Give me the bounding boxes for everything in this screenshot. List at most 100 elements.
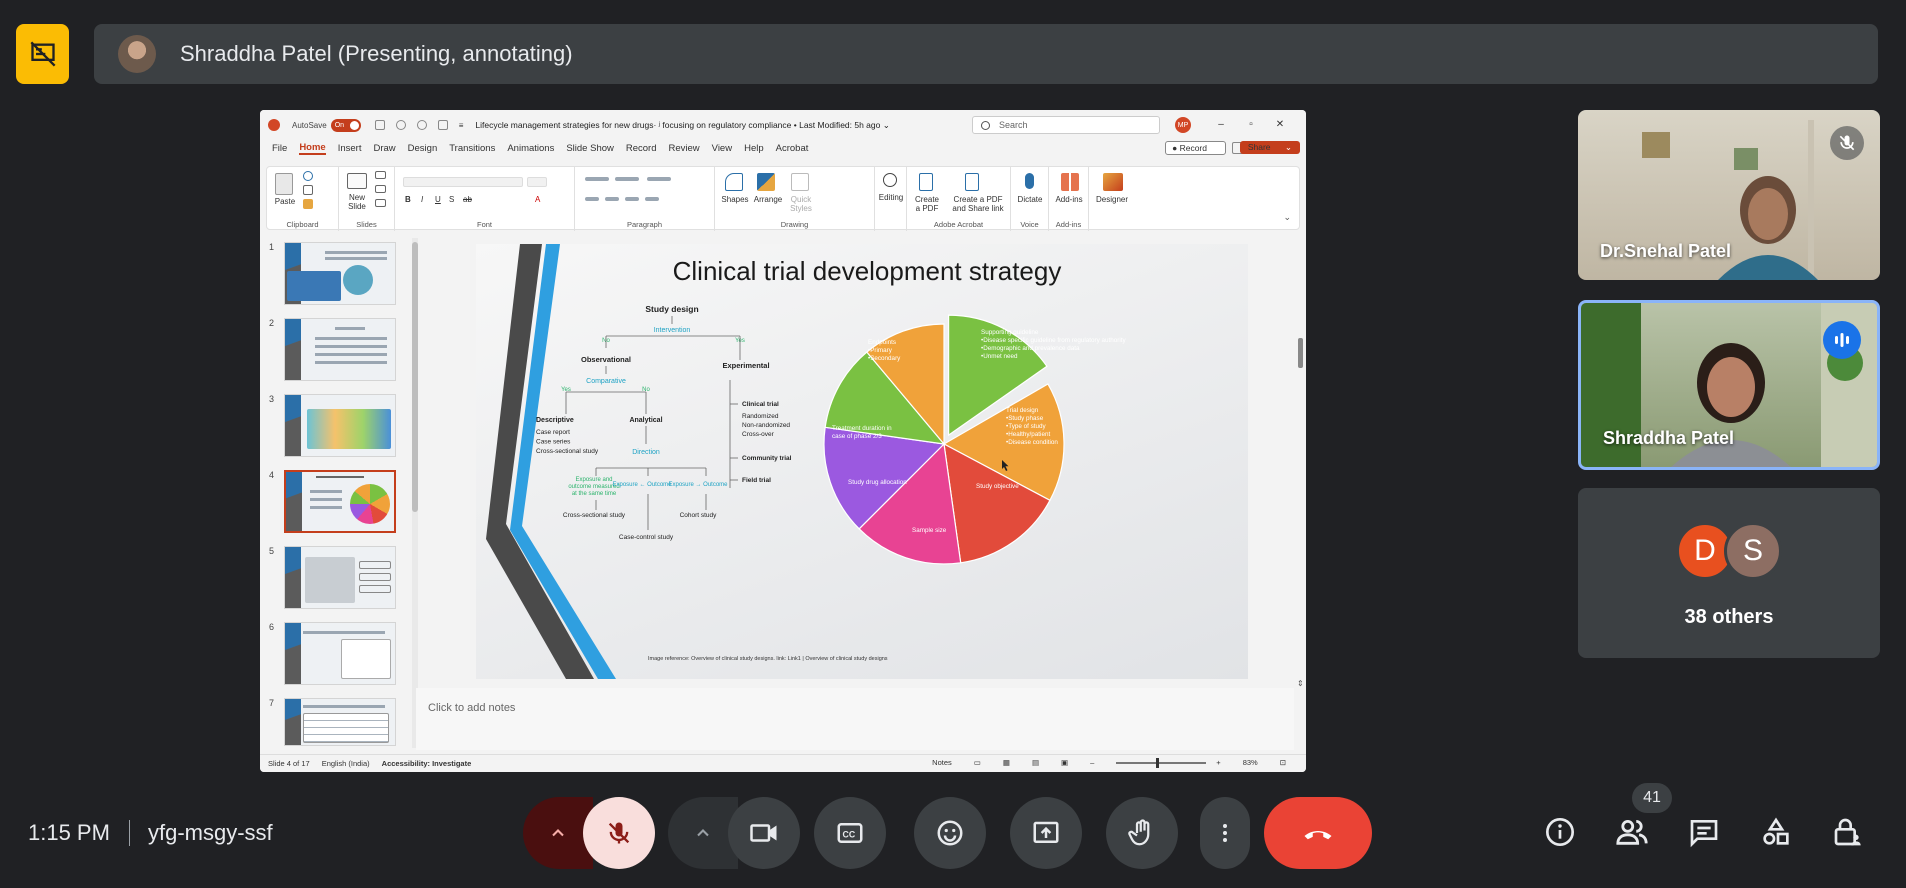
present-icon[interactable] bbox=[437, 120, 448, 130]
menu-view[interactable]: View bbox=[712, 143, 732, 154]
people-button[interactable] bbox=[1612, 812, 1652, 852]
zoom-level[interactable]: 83% bbox=[1243, 758, 1258, 767]
menu-acrobat[interactable]: Acrobat bbox=[776, 143, 809, 154]
paste-label[interactable]: Paste bbox=[271, 197, 299, 206]
addins-icon[interactable] bbox=[1061, 173, 1079, 191]
copy-icon[interactable] bbox=[303, 185, 313, 195]
create-pdf-label[interactable]: Create a PDF bbox=[909, 195, 945, 213]
save-icon[interactable] bbox=[374, 120, 385, 130]
minimize-icon[interactable]: – bbox=[1212, 116, 1230, 134]
microphone-toggle-button[interactable] bbox=[583, 797, 655, 869]
bold-button[interactable]: B bbox=[405, 195, 411, 204]
slide-scrollbar[interactable]: ⇕ bbox=[1297, 238, 1305, 688]
cut-icon[interactable] bbox=[303, 171, 313, 181]
slide-canvas[interactable]: Clinical trial development strategy Stud… bbox=[476, 244, 1248, 679]
underline-button[interactable]: U bbox=[435, 195, 441, 204]
menu-home[interactable]: Home bbox=[299, 142, 326, 155]
create-pdf-share-label[interactable]: Create a PDF and Share link bbox=[947, 195, 1009, 213]
redo-icon[interactable] bbox=[416, 120, 427, 130]
indent-icon[interactable] bbox=[647, 177, 671, 181]
zoom-out-icon[interactable]: – bbox=[1090, 758, 1094, 767]
menu-slide-show[interactable]: Slide Show bbox=[566, 143, 614, 154]
record-button[interactable]: ● Record bbox=[1165, 141, 1226, 155]
new-slide-icon[interactable] bbox=[347, 173, 367, 189]
shapes-label[interactable]: Shapes bbox=[719, 195, 751, 204]
create-pdf-icon[interactable] bbox=[919, 173, 933, 191]
host-controls-button[interactable] bbox=[1828, 812, 1868, 852]
new-slide-label[interactable]: New Slide bbox=[343, 193, 371, 211]
slide-sorter-icon[interactable]: ▦ bbox=[1003, 758, 1010, 767]
strikethrough-button[interactable]: ab bbox=[463, 195, 472, 204]
close-window-icon[interactable]: ✕ bbox=[1271, 116, 1289, 134]
leave-call-button[interactable] bbox=[1264, 797, 1372, 869]
menu-design[interactable]: Design bbox=[408, 143, 438, 154]
align-center-icon[interactable] bbox=[605, 197, 619, 201]
reset-icon[interactable] bbox=[375, 185, 386, 193]
participant-tile-2[interactable]: Shraddha Patel bbox=[1578, 300, 1880, 470]
addins-label[interactable]: Add-ins bbox=[1049, 195, 1089, 204]
designer-label[interactable]: Designer bbox=[1089, 195, 1135, 204]
reactions-button[interactable] bbox=[914, 797, 986, 869]
meeting-code[interactable]: yfg-msgy-ssf bbox=[148, 820, 273, 846]
customize-toolbar-icon[interactable]: ≡ bbox=[459, 121, 464, 130]
undo-icon[interactable] bbox=[395, 120, 406, 130]
slide-thumbnail[interactable] bbox=[284, 394, 396, 457]
menu-help[interactable]: Help bbox=[744, 143, 764, 154]
slide-thumbnail[interactable] bbox=[284, 546, 396, 609]
maximize-icon[interactable]: ▫ bbox=[1242, 116, 1260, 134]
menu-draw[interactable]: Draw bbox=[373, 143, 395, 154]
dictate-label[interactable]: Dictate bbox=[1011, 195, 1049, 204]
notes-toggle[interactable]: Notes bbox=[932, 758, 952, 767]
language-indicator[interactable]: English (India) bbox=[322, 759, 370, 768]
shapes-icon[interactable] bbox=[725, 173, 743, 191]
format-painter-icon[interactable] bbox=[303, 199, 313, 209]
editing-icon[interactable] bbox=[883, 173, 897, 187]
editing-label[interactable]: Editing bbox=[875, 193, 907, 202]
justify-icon[interactable] bbox=[645, 197, 659, 201]
presentation-status-button[interactable] bbox=[16, 24, 69, 84]
activities-button[interactable] bbox=[1756, 812, 1796, 852]
more-options-button[interactable] bbox=[1200, 797, 1250, 869]
arrange-label[interactable]: Arrange bbox=[751, 195, 785, 204]
camera-toggle-button[interactable] bbox=[728, 797, 800, 869]
thumbnails-scrollbar[interactable] bbox=[412, 238, 418, 748]
meeting-info-button[interactable] bbox=[1540, 812, 1580, 852]
quick-styles-label[interactable]: Quick Styles bbox=[785, 195, 817, 213]
menu-insert[interactable]: Insert bbox=[338, 143, 362, 154]
menu-review[interactable]: Review bbox=[669, 143, 700, 154]
share-button[interactable]: Share ⌄ bbox=[1239, 141, 1300, 154]
zoom-in-icon[interactable]: + bbox=[1216, 758, 1220, 767]
align-left-icon[interactable] bbox=[585, 197, 599, 201]
slide-thumbnail[interactable] bbox=[284, 318, 396, 381]
menu-animations[interactable]: Animations bbox=[507, 143, 554, 154]
collapse-ribbon-icon[interactable]: ⌄ bbox=[1283, 212, 1291, 223]
shadow-button[interactable]: S bbox=[449, 195, 454, 204]
slide-thumbnail[interactable] bbox=[284, 622, 396, 685]
menu-file[interactable]: File bbox=[272, 143, 287, 154]
microphone-icon[interactable] bbox=[1025, 173, 1034, 189]
chat-button[interactable] bbox=[1684, 812, 1724, 852]
raise-hand-button[interactable] bbox=[1106, 797, 1178, 869]
participant-tile-1[interactable]: Dr.Snehal Patel bbox=[1578, 110, 1880, 280]
arrange-icon[interactable] bbox=[757, 173, 775, 191]
slide-thumbnail-selected[interactable] bbox=[284, 470, 396, 533]
numbering-icon[interactable] bbox=[615, 177, 639, 181]
slide-thumbnail[interactable] bbox=[284, 698, 396, 746]
ppt-search-input[interactable]: Search bbox=[972, 116, 1160, 134]
paste-icon[interactable] bbox=[275, 173, 293, 195]
user-avatar[interactable]: MP bbox=[1175, 117, 1191, 133]
create-pdf-share-icon[interactable] bbox=[965, 173, 979, 191]
align-right-icon[interactable] bbox=[625, 197, 639, 201]
section-icon[interactable] bbox=[375, 199, 386, 207]
slide-thumbnail[interactable] bbox=[284, 242, 396, 305]
font-size-select[interactable] bbox=[527, 177, 547, 187]
accessibility-status[interactable]: Accessibility: Investigate bbox=[382, 759, 472, 768]
present-screen-button[interactable] bbox=[1010, 797, 1082, 869]
slideshow-icon[interactable]: ▣ bbox=[1061, 758, 1068, 767]
captions-button[interactable]: CC bbox=[814, 797, 886, 869]
notes-pane[interactable]: Click to add notes bbox=[416, 688, 1294, 750]
reading-view-icon[interactable]: ▤ bbox=[1032, 758, 1039, 767]
fit-slide-icon[interactable]: ⊡ bbox=[1280, 758, 1286, 767]
others-tile[interactable]: D S 38 others bbox=[1578, 488, 1880, 658]
document-title[interactable]: Lifecycle management strategies for new … bbox=[475, 120, 889, 131]
